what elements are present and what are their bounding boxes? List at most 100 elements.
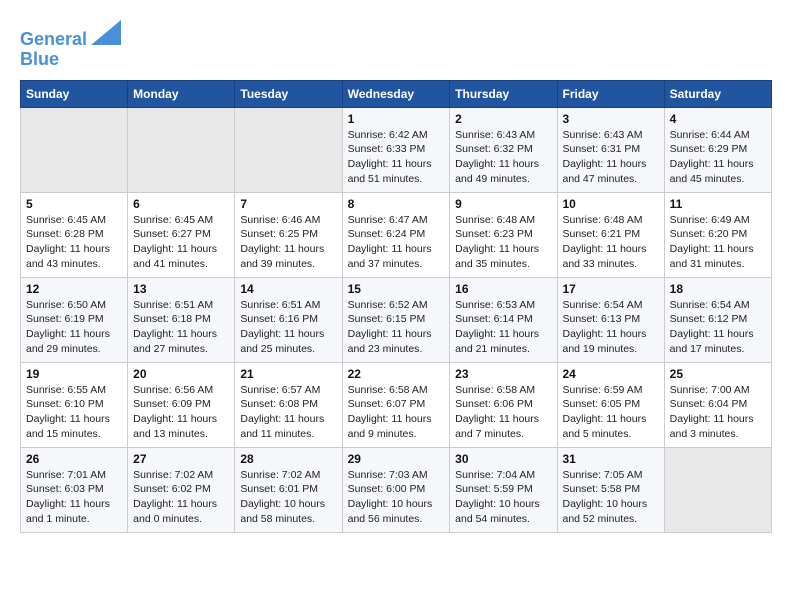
day-number: 10 [563, 197, 659, 211]
day-info: Sunrise: 6:42 AMSunset: 6:33 PMDaylight:… [348, 128, 445, 187]
day-info: Sunrise: 6:46 AMSunset: 6:25 PMDaylight:… [240, 213, 336, 272]
day-number: 5 [26, 197, 122, 211]
day-info: Sunrise: 6:56 AMSunset: 6:09 PMDaylight:… [133, 383, 229, 442]
day-cell: 29Sunrise: 7:03 AMSunset: 6:00 PMDayligh… [342, 447, 450, 532]
day-number: 6 [133, 197, 229, 211]
day-number: 8 [348, 197, 445, 211]
day-number: 24 [563, 367, 659, 381]
day-cell: 10Sunrise: 6:48 AMSunset: 6:21 PMDayligh… [557, 192, 664, 277]
day-cell: 23 Sunrise: 6:58 AMSunset: 6:06 PMDayligh… [450, 362, 557, 447]
day-number: 9 [455, 197, 551, 211]
day-number: 7 [240, 197, 336, 211]
logo-icon [91, 20, 121, 45]
day-info: Sunrise: 6:57 AMSunset: 6:08 PMDaylight:… [240, 383, 336, 442]
day-info: Sunrise: 6:49 AMSunset: 6:20 PMDaylight:… [670, 213, 766, 272]
logo-general: General [20, 29, 87, 49]
day-cell: 5 Sunrise: 6:45 AMSunset: 6:28 PMDaylight… [21, 192, 128, 277]
day-number: 14 [240, 282, 336, 296]
day-number: 30 [455, 452, 551, 466]
day-number: 19 [26, 367, 122, 381]
day-cell: 17Sunrise: 6:54 AMSunset: 6:13 PMDayligh… [557, 277, 664, 362]
week-row-5: 26 Sunrise: 7:01 AMSunset: 6:03 PMDayligh… [21, 447, 772, 532]
day-cell: 30 Sunrise: 7:04 AMSunset: 5:59 PMDayligh… [450, 447, 557, 532]
week-row-1: 1 Sunrise: 6:42 AMSunset: 6:33 PMDaylight… [21, 107, 772, 192]
calendar-header-row: SundayMondayTuesdayWednesdayThursdayFrid… [21, 80, 772, 107]
header-thursday: Thursday [450, 80, 557, 107]
day-cell: 7 Sunrise: 6:46 AMSunset: 6:25 PMDaylight… [235, 192, 342, 277]
day-number: 3 [563, 112, 659, 126]
day-info: Sunrise: 6:47 AMSunset: 6:24 PMDaylight:… [348, 213, 445, 272]
day-number: 20 [133, 367, 229, 381]
day-number: 16 [455, 282, 551, 296]
day-number: 22 [348, 367, 445, 381]
header-saturday: Saturday [664, 80, 771, 107]
day-cell: 19 Sunrise: 6:55 AMSunset: 6:10 PMDayligh… [21, 362, 128, 447]
day-number: 1 [348, 112, 445, 126]
header-monday: Monday [128, 80, 235, 107]
day-info: Sunrise: 6:48 AMSunset: 6:23 PMDaylight:… [455, 213, 551, 272]
day-cell [21, 107, 128, 192]
week-row-2: 5 Sunrise: 6:45 AMSunset: 6:28 PMDaylight… [21, 192, 772, 277]
day-cell: 22 Sunrise: 6:58 AMSunset: 6:07 PMDayligh… [342, 362, 450, 447]
calendar-table: SundayMondayTuesdayWednesdayThursdayFrid… [20, 80, 772, 533]
day-number: 15 [348, 282, 445, 296]
logo: General Blue [20, 20, 121, 70]
day-info: Sunrise: 6:43 AMSunset: 6:31 PMDaylight:… [563, 128, 659, 187]
day-info: Sunrise: 6:50 AMSunset: 6:19 PMDaylight:… [26, 298, 122, 357]
day-cell: 15Sunrise: 6:52 AMSunset: 6:15 PMDayligh… [342, 277, 450, 362]
header-wednesday: Wednesday [342, 80, 450, 107]
day-info: Sunrise: 6:55 AMSunset: 6:10 PMDaylight:… [26, 383, 122, 442]
day-number: 25 [670, 367, 766, 381]
week-row-3: 12 Sunrise: 6:50 AMSunset: 6:19 PMDayligh… [21, 277, 772, 362]
day-cell: 4 Sunrise: 6:44 AMSunset: 6:29 PMDaylight… [664, 107, 771, 192]
day-info: Sunrise: 6:54 AMSunset: 6:13 PMDaylight:… [563, 298, 659, 357]
day-cell: 18Sunrise: 6:54 AMSunset: 6:12 PMDayligh… [664, 277, 771, 362]
day-info: Sunrise: 7:04 AMSunset: 5:59 PMDaylight:… [455, 468, 551, 527]
day-cell: 31Sunrise: 7:05 AMSunset: 5:58 PMDayligh… [557, 447, 664, 532]
day-number: 26 [26, 452, 122, 466]
day-info: Sunrise: 7:01 AMSunset: 6:03 PMDaylight:… [26, 468, 122, 527]
day-cell: 9 Sunrise: 6:48 AMSunset: 6:23 PMDaylight… [450, 192, 557, 277]
header-friday: Friday [557, 80, 664, 107]
day-info: Sunrise: 7:02 AMSunset: 6:02 PMDaylight:… [133, 468, 229, 527]
day-cell: 14 Sunrise: 6:51 AMSunset: 6:16 PMDayligh… [235, 277, 342, 362]
day-cell: 3 Sunrise: 6:43 AMSunset: 6:31 PMDaylight… [557, 107, 664, 192]
day-cell: 6 Sunrise: 6:45 AMSunset: 6:27 PMDaylight… [128, 192, 235, 277]
day-number: 31 [563, 452, 659, 466]
day-info: Sunrise: 6:45 AMSunset: 6:27 PMDaylight:… [133, 213, 229, 272]
day-number: 23 [455, 367, 551, 381]
day-info: Sunrise: 6:58 AMSunset: 6:06 PMDaylight:… [455, 383, 551, 442]
day-info: Sunrise: 6:43 AMSunset: 6:32 PMDaylight:… [455, 128, 551, 187]
day-number: 4 [670, 112, 766, 126]
header-tuesday: Tuesday [235, 80, 342, 107]
day-info: Sunrise: 6:51 AMSunset: 6:16 PMDaylight:… [240, 298, 336, 357]
day-info: Sunrise: 7:00 AMSunset: 6:04 PMDaylight:… [670, 383, 766, 442]
day-info: Sunrise: 6:51 AMSunset: 6:18 PMDaylight:… [133, 298, 229, 357]
day-number: 13 [133, 282, 229, 296]
day-cell: 26 Sunrise: 7:01 AMSunset: 6:03 PMDayligh… [21, 447, 128, 532]
day-cell: 28Sunrise: 7:02 AMSunset: 6:01 PMDayligh… [235, 447, 342, 532]
day-cell: 13 Sunrise: 6:51 AMSunset: 6:18 PMDayligh… [128, 277, 235, 362]
logo-blue: Blue [20, 49, 59, 69]
day-cell [664, 447, 771, 532]
day-number: 12 [26, 282, 122, 296]
day-cell: 12 Sunrise: 6:50 AMSunset: 6:19 PMDayligh… [21, 277, 128, 362]
day-info: Sunrise: 6:45 AMSunset: 6:28 PMDaylight:… [26, 213, 122, 272]
day-cell: 8 Sunrise: 6:47 AMSunset: 6:24 PMDaylight… [342, 192, 450, 277]
day-cell: 16Sunrise: 6:53 AMSunset: 6:14 PMDayligh… [450, 277, 557, 362]
week-row-4: 19 Sunrise: 6:55 AMSunset: 6:10 PMDayligh… [21, 362, 772, 447]
day-cell [235, 107, 342, 192]
day-number: 2 [455, 112, 551, 126]
day-cell: 1 Sunrise: 6:42 AMSunset: 6:33 PMDaylight… [342, 107, 450, 192]
day-info: Sunrise: 6:54 AMSunset: 6:12 PMDaylight:… [670, 298, 766, 357]
day-info: Sunrise: 7:02 AMSunset: 6:01 PMDaylight:… [240, 468, 336, 527]
day-number: 29 [348, 452, 445, 466]
day-info: Sunrise: 6:44 AMSunset: 6:29 PMDaylight:… [670, 128, 766, 187]
day-info: Sunrise: 6:58 AMSunset: 6:07 PMDaylight:… [348, 383, 445, 442]
day-cell: 2 Sunrise: 6:43 AMSunset: 6:32 PMDaylight… [450, 107, 557, 192]
day-cell [128, 107, 235, 192]
day-cell: 21Sunrise: 6:57 AMSunset: 6:08 PMDayligh… [235, 362, 342, 447]
day-number: 11 [670, 197, 766, 211]
day-cell: 24Sunrise: 6:59 AMSunset: 6:05 PMDayligh… [557, 362, 664, 447]
day-cell: 27Sunrise: 7:02 AMSunset: 6:02 PMDayligh… [128, 447, 235, 532]
